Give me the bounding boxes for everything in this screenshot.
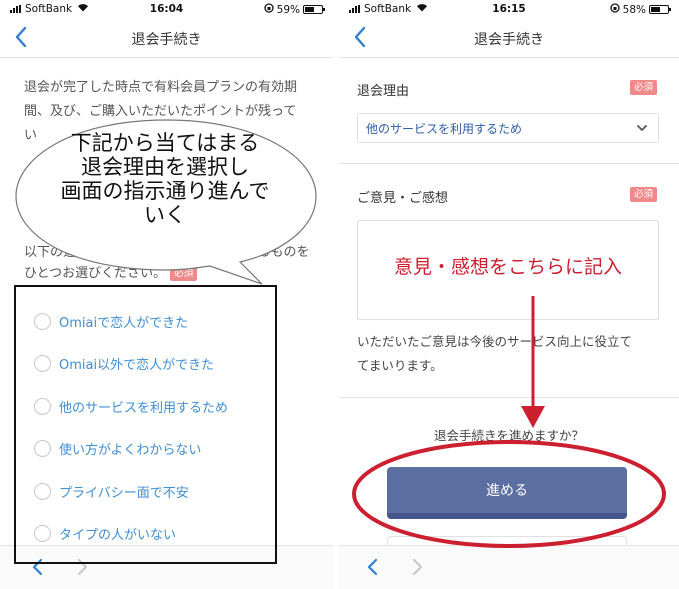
page-title: 退会手続き [474, 32, 544, 48]
chevron-right-icon [412, 558, 423, 576]
callout-line: 画面の指示通り進んで [60, 179, 270, 203]
chevron-left-icon [367, 558, 378, 576]
reason-select[interactable]: 他のサービスを利用するため [357, 113, 659, 143]
chevron-down-icon [637, 125, 647, 131]
note-line: てまいります。 [357, 358, 443, 373]
reason-select-value: 他のサービスを利用するため [366, 122, 523, 136]
callout-line: 下記から当てはまる [70, 131, 260, 155]
browser-forward-button[interactable] [405, 554, 429, 580]
nav-bar: 退会手続き [339, 18, 679, 58]
battery-status: 59% [264, 3, 325, 16]
note-line: いただいたご意見は今後のサービス向上に役立て [357, 334, 633, 349]
rotation-lock-icon [610, 3, 620, 16]
proceed-button[interactable]: 進める [387, 467, 627, 519]
status-bar: SoftBank 16:15 58% [339, 0, 679, 18]
intro-line: 退会が完了した時点で有料会員プランの有効期 [24, 80, 298, 95]
feedback-note: いただいたご意見は今後のサービス向上に役立て てまいります。 [357, 330, 662, 378]
feedback-annotation: 意見・感想をこちらに記入 [393, 256, 622, 278]
section-divider [339, 163, 679, 164]
right-phone-screen: SoftBank 16:15 58% 退会手続き 退会理由 必須 他のサービスを… [339, 0, 679, 589]
battery-icon [649, 5, 671, 14]
section-divider [339, 397, 679, 398]
left-phone-screen: SoftBank 16:04 59% 退会手続き 退会が完了した時点で有料会員プ… [0, 0, 333, 589]
callout-line: 退会理由を選択し [81, 155, 249, 179]
battery-percent: 58% [622, 3, 646, 16]
reason-label: 退会理由 [357, 84, 410, 99]
required-badge: 必須 [629, 187, 657, 202]
browser-toolbar [339, 545, 679, 589]
battery-status: 58% [610, 3, 671, 16]
page-title: 退会手続き [131, 32, 202, 48]
battery-percent: 59% [276, 3, 300, 16]
status-bar: SoftBank 16:04 59% [0, 0, 333, 18]
required-badge: 必須 [629, 80, 657, 95]
callout-line: いく [144, 203, 186, 227]
rotation-lock-icon [264, 3, 274, 16]
battery-icon [303, 5, 325, 14]
feedback-label: ご意見・ご感想 [357, 191, 449, 206]
options-highlight-box [14, 285, 277, 564]
nav-bar: 退会手続き [0, 18, 333, 58]
confirm-question: 退会手続きを進めますか？ [433, 428, 584, 443]
browser-back-button[interactable] [361, 554, 385, 580]
